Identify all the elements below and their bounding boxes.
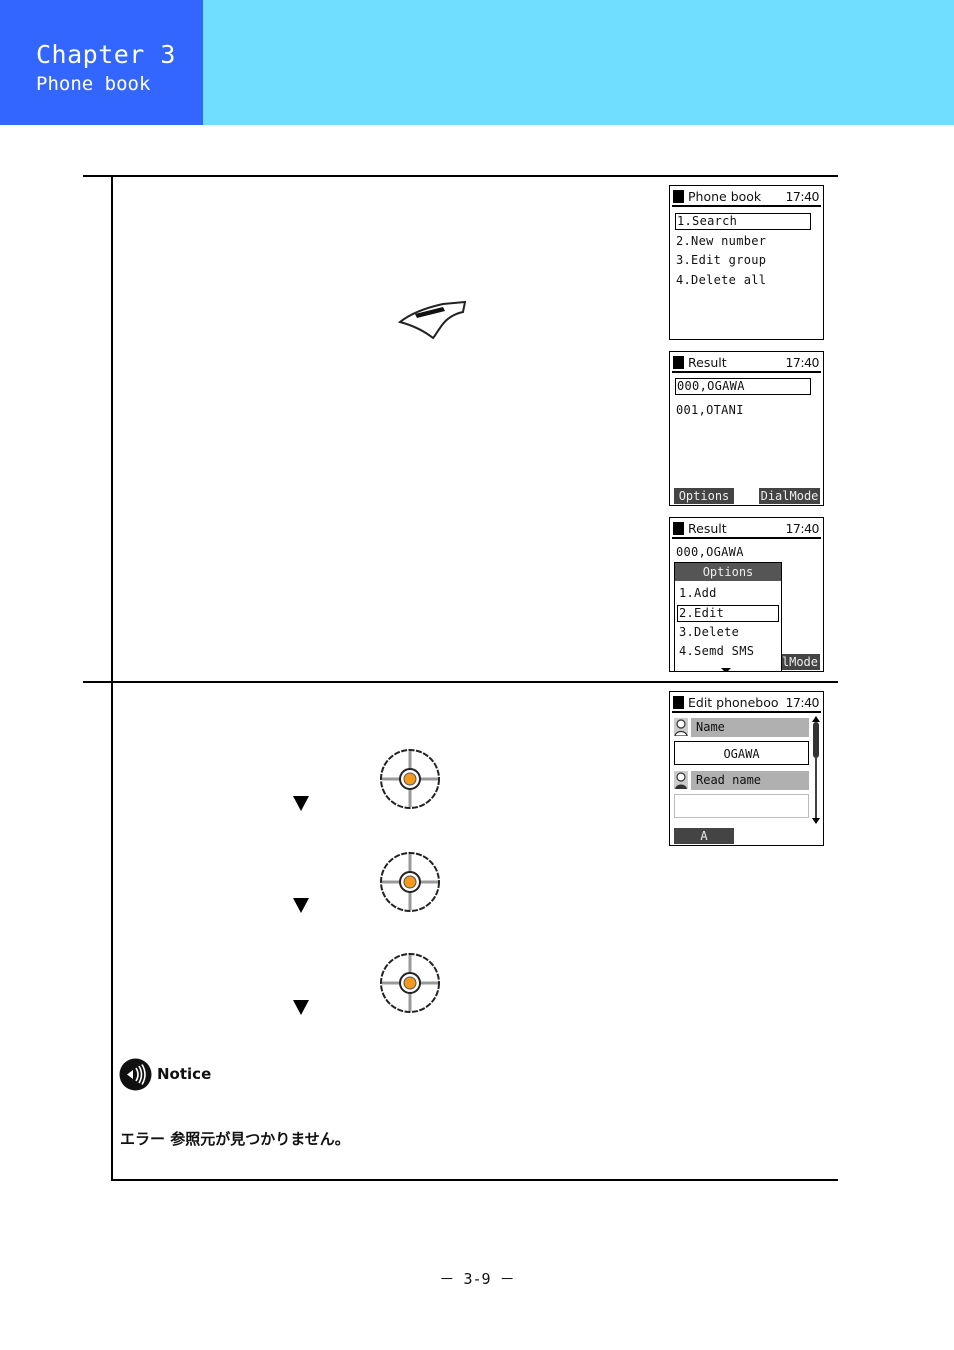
joystick-icon (380, 953, 440, 1013)
popup-title: Options (675, 563, 781, 581)
read-name-field-label: Read name (691, 771, 809, 790)
menu-item-delete-all[interactable]: 4.Delete all (676, 273, 766, 287)
person-icon (674, 718, 688, 736)
table-row-divider (83, 681, 838, 683)
joystick-icon (380, 852, 440, 912)
screen-title: Phone book (688, 189, 762, 204)
read-name-input[interactable] (674, 794, 809, 818)
signal-block-icon (673, 190, 684, 203)
screen-title-bar: Result 17:40 (672, 354, 821, 373)
header-banner (203, 0, 954, 125)
name-input[interactable]: OGAWA (674, 741, 809, 765)
step-down-arrow-icon (293, 796, 309, 811)
step-down-arrow-icon (293, 898, 309, 913)
name-field-label: Name (691, 718, 809, 737)
option-delete[interactable]: 3.Delete (679, 625, 739, 639)
options-popup: Options 1.Add 2.Edit 3.Delete 4.Semd SMS (674, 562, 782, 671)
screen-title-bar: Result 17:40 (672, 520, 821, 539)
menu-item-new-number[interactable]: 2.New number (676, 234, 766, 248)
notice-label: Notice (157, 1065, 212, 1083)
scroll-down-icon (721, 668, 731, 671)
notice-badge: Notice (117, 1056, 235, 1092)
signal-block-icon (673, 356, 684, 369)
screen-title-bar: Edit phoneboo 17:40 (672, 694, 821, 713)
notice-error-text: エラー 参照元が見つかりません。 (120, 1130, 350, 1148)
notice-speaker-icon (119, 1058, 152, 1091)
option-edit[interactable]: 2.Edit (677, 605, 779, 622)
option-add[interactable]: 1.Add (679, 586, 717, 600)
result-item[interactable]: 001,OTANI (676, 403, 744, 417)
flip-key-icon (397, 300, 467, 340)
option-send-sms[interactable]: 4.Semd SMS (679, 644, 754, 658)
screen-time: 17:40 (785, 355, 819, 370)
table-left-border (111, 175, 113, 1180)
chapter-header: Chapter 3 Phone book (0, 0, 203, 125)
screen-title-bar: Phone book 17:40 (672, 188, 821, 207)
chapter-title: Chapter 3 (36, 40, 176, 69)
options-softkey[interactable]: Options (674, 488, 734, 504)
phone-screen-options: Result 17:40 000,OGAWA lMode Options 1.A… (669, 517, 824, 672)
phone-screen-result: Result 17:40 000,OGAWA 001,OTANI Options… (669, 351, 824, 506)
screen-time: 17:40 (785, 695, 819, 710)
screen-title: Result (688, 521, 727, 536)
input-mode-indicator[interactable]: A (674, 828, 734, 844)
signal-block-icon (673, 522, 684, 535)
phone-screen-edit: Edit phoneboo 17:40 Name OGAWA Read name… (669, 691, 824, 846)
joystick-icon (380, 749, 440, 809)
phone-screen-menu: Phone book 17:40 1.Search 2.New number 3… (669, 185, 824, 340)
signal-block-icon (673, 696, 684, 709)
person-icon (674, 771, 688, 789)
menu-item-edit-group[interactable]: 3.Edit group (676, 253, 766, 267)
result-item[interactable]: 000,OGAWA (676, 545, 744, 559)
screen-title: Result (688, 355, 727, 370)
step-down-arrow-icon (293, 1000, 309, 1015)
table-top-border (83, 175, 838, 177)
menu-item-search[interactable]: 1.Search (675, 213, 811, 230)
table-bottom-border (111, 1179, 838, 1181)
chapter-subtitle: Phone book (36, 73, 151, 95)
screen-time: 17:40 (785, 189, 819, 204)
screen-time: 17:40 (785, 521, 819, 536)
dialmode-softkey[interactable]: DialMode (759, 488, 820, 504)
result-item[interactable]: 000,OGAWA (675, 378, 811, 395)
screen-title: Edit phoneboo (688, 695, 779, 710)
page-number: － 3-9 － (439, 1270, 515, 1288)
scrollbar[interactable] (812, 716, 820, 824)
